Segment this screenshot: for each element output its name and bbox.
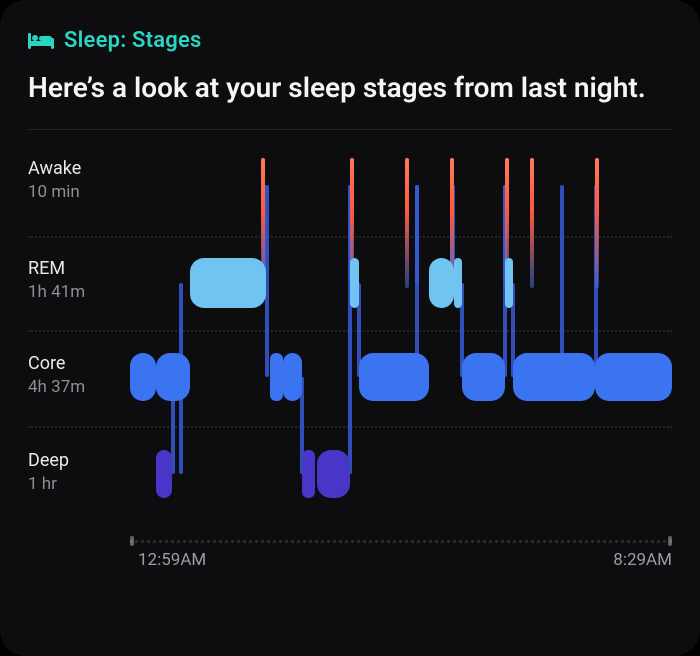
axis-label-start: 12:59AM [138, 550, 206, 570]
stage-segment-core [283, 353, 302, 401]
stage-segment-core [130, 353, 156, 401]
stage-segment-core [513, 353, 595, 401]
axis-tick-end [668, 536, 672, 546]
plot-area [130, 158, 672, 530]
stage-label-awake: Awake 10 min [28, 158, 81, 204]
stage-segment-rem [429, 258, 454, 308]
sleep-stages-card: Sleep: Stages Here’s a look at your slee… [0, 0, 700, 656]
stage-segment-deep [156, 450, 172, 498]
card-title: Sleep: Stages [64, 28, 202, 53]
stage-segment-deep [317, 450, 351, 498]
stage-segment-rem [454, 258, 462, 308]
stage-label-deep: Deep 1 hr [28, 450, 69, 496]
stage-segment-awake [530, 158, 534, 288]
stage-segment-awake [595, 158, 599, 288]
axis-label-end: 8:29AM [613, 550, 672, 570]
header-divider [28, 129, 672, 130]
stage-segment-core [462, 353, 504, 401]
stage-duration: 10 min [28, 182, 81, 203]
stage-duration: 4h 37m [28, 377, 85, 398]
stage-name: Core [28, 353, 85, 376]
stage-duration: 1h 41m [28, 282, 85, 303]
axis-dots [130, 540, 672, 543]
stage-connector [415, 185, 419, 283]
stage-connector [560, 185, 564, 377]
stage-name: Awake [28, 158, 81, 181]
stage-label-rem: REM 1h 41m [28, 258, 85, 304]
stage-segment-rem [190, 258, 266, 308]
stage-segment-core [156, 353, 190, 401]
axis-tick-start [130, 536, 134, 546]
stage-name: REM [28, 258, 85, 281]
stage-segment-awake [405, 158, 409, 288]
stage-segment-rem [505, 258, 513, 308]
time-axis: 12:59AM 8:29AM [28, 536, 672, 576]
stage-segment-core [359, 353, 429, 401]
sleep-chart: Awake 10 min REM 1h 41m Core 4h 37m Deep [28, 158, 672, 576]
headline-text: Here’s a look at your sleep stages from … [28, 69, 672, 107]
stage-segment-rem [350, 258, 358, 308]
bed-icon [28, 31, 54, 51]
card-header: Sleep: Stages [28, 28, 672, 53]
stage-segment-core [270, 353, 283, 401]
stage-duration: 1 hr [28, 474, 69, 495]
stage-label-core: Core 4h 37m [28, 353, 85, 399]
stage-segment-core [595, 353, 672, 401]
stage-segment-deep [302, 450, 315, 498]
stage-name: Deep [28, 450, 69, 473]
